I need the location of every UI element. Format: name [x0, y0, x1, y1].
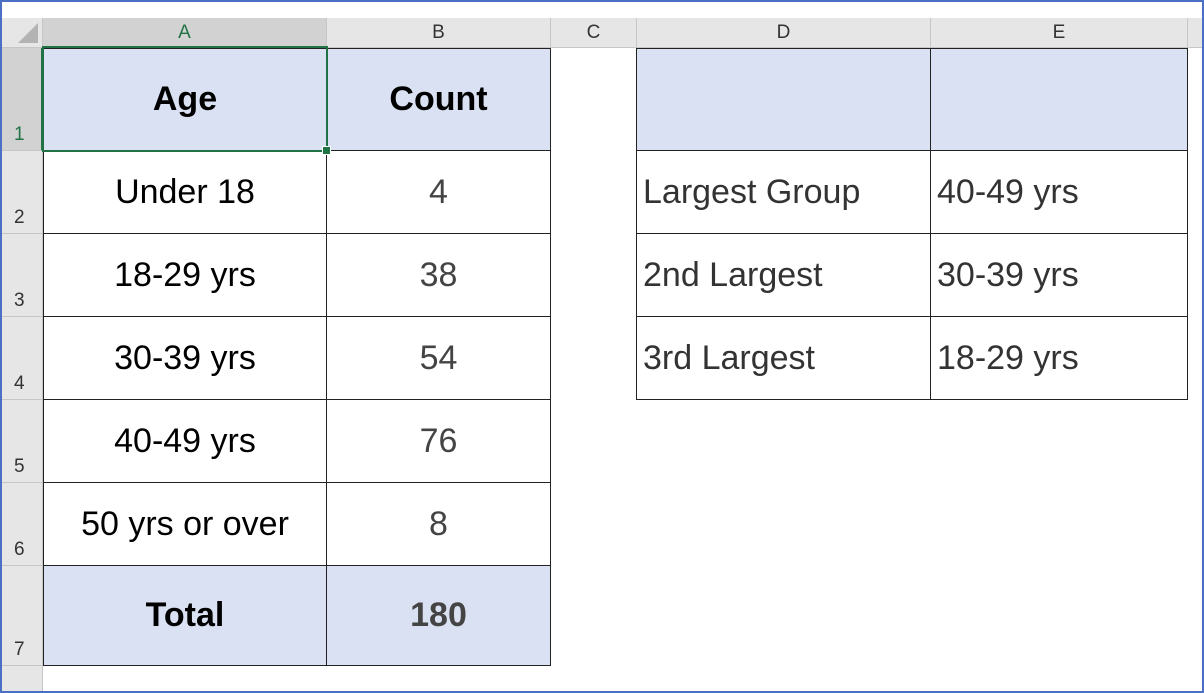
cell-a3[interactable]: 18-29 yrs [43, 233, 327, 317]
cell-d3[interactable]: 2nd Largest [636, 233, 931, 317]
column-header-a[interactable]: A [43, 18, 327, 48]
cell-d1-header[interactable] [636, 48, 931, 151]
cell-b6[interactable]: 8 [326, 482, 551, 566]
cell-b5[interactable]: 76 [326, 399, 551, 483]
active-cell-selection [42, 46, 331, 155]
cell-a2[interactable]: Under 18 [43, 150, 327, 234]
row-header-label: 6 [14, 539, 25, 560]
select-all-triangle-icon [18, 23, 38, 43]
cell-a7-total-label[interactable]: Total [43, 565, 327, 666]
row-header-4[interactable]: 4 [2, 317, 43, 400]
cell-d4[interactable]: 3rd Largest [636, 316, 931, 400]
row-header-8-partial[interactable] [2, 666, 43, 691]
cell-d2[interactable]: Largest Group [636, 150, 931, 234]
cell-b3[interactable]: 38 [326, 233, 551, 317]
fill-handle[interactable] [322, 146, 331, 155]
column-header-f-partial[interactable] [1188, 18, 1202, 48]
row-header-label: 4 [14, 373, 25, 394]
cell-e1-header[interactable] [930, 48, 1188, 151]
cell-e2[interactable]: 40-49 yrs [930, 150, 1188, 234]
top-strip [2, 2, 1202, 18]
row-header-label: 2 [14, 207, 25, 228]
row-header-5[interactable]: 5 [2, 400, 43, 483]
cell-e4[interactable]: 18-29 yrs [930, 316, 1188, 400]
select-all-button[interactable] [2, 18, 43, 48]
column-header-d[interactable]: D [637, 18, 931, 48]
row-header-1[interactable]: 1 [2, 48, 43, 151]
column-header-b[interactable]: B [327, 18, 551, 48]
cell-b2[interactable]: 4 [326, 150, 551, 234]
row-header-label: 3 [14, 290, 25, 311]
row-header-label: 5 [14, 456, 25, 477]
cell-a6[interactable]: 50 yrs or over [43, 482, 327, 566]
row-header-7[interactable]: 7 [2, 566, 43, 666]
cell-b4[interactable]: 54 [326, 316, 551, 400]
cell-a5[interactable]: 40-49 yrs [43, 399, 327, 483]
cell-a4[interactable]: 30-39 yrs [43, 316, 327, 400]
row-header-label: 1 [14, 124, 25, 145]
cell-b7-total-value[interactable]: 180 [326, 565, 551, 666]
row-header-3[interactable]: 3 [2, 234, 43, 317]
row-header-label: 7 [14, 639, 25, 660]
column-header-e[interactable]: E [931, 18, 1188, 48]
cell-e3[interactable]: 30-39 yrs [930, 233, 1188, 317]
row-header-6[interactable]: 6 [2, 483, 43, 566]
cell-b1-count-header[interactable]: Count [326, 48, 551, 151]
row-header-2[interactable]: 2 [2, 151, 43, 234]
column-header-c[interactable]: C [551, 18, 637, 48]
